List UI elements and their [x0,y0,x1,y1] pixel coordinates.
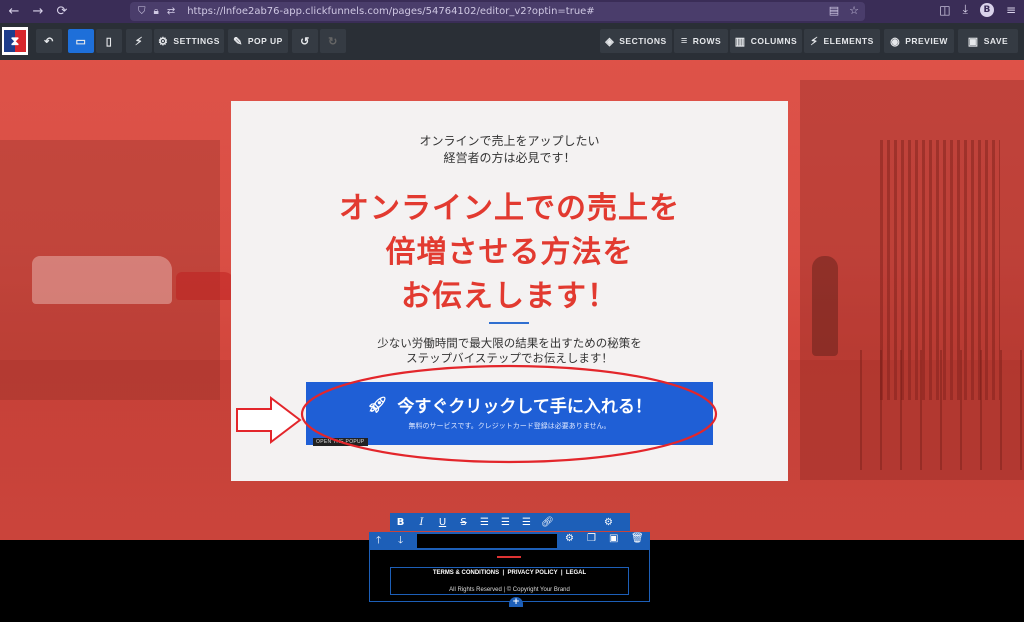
bold-icon[interactable]: B [390,517,411,528]
description-line: 少ない労働時間で最大限の結果を出すための秘策を [377,336,642,350]
mobile-view-button[interactable]: ▯ [96,29,122,53]
address-bar[interactable]: ⛉ 🔒︎ ⇄ https://lnfoe2ab76-app.clickfunne… [130,2,865,21]
reader-icon[interactable]: ▤ [829,4,839,17]
save-icon[interactable]: ▣ [609,533,618,544]
preview-button[interactable]: ◉ PREVIEW [884,29,954,53]
plug-icon: ⚡︎ [810,35,819,48]
lock-icon: 🔒︎ [153,6,159,17]
background-pedestrian [812,256,838,356]
align-center-icon[interactable]: ☰ [495,517,516,528]
desktop-view-button[interactable]: ▭ [68,29,94,53]
underline-icon[interactable]: U [432,517,453,528]
redo-icon: ↻ [328,35,338,48]
settings-button[interactable]: ⚙ SETTINGS [154,29,224,53]
cta-sub-label: 無料のサービスです。クレジットカード登録は必要ありません。 [408,422,611,430]
cta-main-label: 今すぐクリックして手に入れる！ [397,397,652,417]
editor-toolbar: ⧗ ↶ ▭ ▯ ⚡︎ ⚙ SETTINGS ✎ POP UP ↺ ↻ ◈ SEC… [0,23,1024,60]
profile-avatar[interactable]: B [979,2,994,17]
tracking-icon: ⇄ [166,6,176,17]
columns-button[interactable]: ▥ COLUMNS [730,29,802,53]
popup-card[interactable]: オンラインで売上をアップしたい 経営者の方は必見です！ オンライン上での売上を … [231,101,788,481]
menu-icon[interactable]: ≡ [1006,3,1016,17]
undo-icon: ↺ [300,35,310,48]
gear-icon[interactable]: ⚙ [565,533,574,544]
desktop-icon: ▭ [75,35,87,48]
row-toolbar: 🡑 🡓 ⚙ ❐ ▣ 🗑︎ [369,532,650,550]
blue-divider [489,322,529,324]
mobile-icon: ▯ [105,35,113,48]
rows-button[interactable]: ≡ ROWS [674,29,728,53]
rocket-icon: 🚀︎ [367,395,388,414]
clickfunnels-logo[interactable]: ⧗ [2,27,28,55]
description-line: ステップバイステップでお伝えします！ [406,351,613,365]
rows-icon: ≡ [680,35,688,47]
link-icon[interactable]: 🔗︎ [537,517,558,528]
text-format-toolbar: B I U S ☰ ☰ ☰ 🔗︎ ⚙ [390,513,630,531]
align-left-icon[interactable]: ☰ [474,517,495,528]
headline-line: お伝えします！ [401,279,618,314]
italic-icon[interactable]: I [411,517,432,528]
settings-label: SETTINGS [173,36,220,46]
add-element-icon[interactable]: + [509,597,523,607]
download-icon[interactable]: ⤓ [963,2,968,17]
sub-heading-line: オンラインで売上をアップしたい [419,134,600,148]
arrow-down-icon[interactable]: 🡓 [398,533,403,550]
browser-bar: ← → ⟳ ⛉ 🔒︎ ⇄ https://lnfoe2ab76-app.clic… [0,0,1024,23]
description[interactable]: 少ない労働時間で最大限の結果を出すための秘策を ステップバイステップでお伝えしま… [231,336,788,366]
strikethrough-icon[interactable]: S [453,517,474,528]
align-right-icon[interactable]: ☰ [516,517,537,528]
footer-copyright[interactable]: All Rights Reserved | © Copyright Your B… [390,587,629,593]
bookmark-star-icon[interactable]: ☆ [849,4,859,17]
exit-button[interactable]: ↶ [36,29,62,53]
undo-button[interactable]: ↺ [292,29,318,53]
background-railing [860,350,1024,470]
sub-heading-line: 経営者の方は必見です！ [443,151,576,165]
elements-label: ELEMENTS [823,36,874,46]
trash-icon[interactable]: 🗑︎ [631,533,644,544]
back-arrow-icon[interactable]: ← [4,2,24,22]
row-toolbar-gap [417,534,557,548]
rows-label: ROWS [692,36,722,46]
sections-button[interactable]: ◈ SECTIONS [600,29,672,53]
footer-links[interactable]: TERMS & CONDITIONS | PRIVACY POLICY | LE… [390,570,629,576]
save-button[interactable]: ▣ SAVE [958,29,1018,53]
background-car [176,272,234,300]
open-popup-badge: OPEN THE POPUP [313,438,368,446]
headline-line: オンライン上での売上を [339,191,680,226]
pocket-icon[interactable]: ◫ [939,3,950,17]
shield-icon: ⛉ [138,6,146,17]
forward-arrow-icon[interactable]: → [28,2,48,22]
eye-icon: ◉ [890,35,901,48]
plug-icon: ⚡︎ [134,35,144,48]
arrow-up-icon[interactable]: 🡑 [376,533,381,550]
sections-icon: ◈ [605,35,615,48]
edit-icon: ✎ [233,35,243,48]
main-headline[interactable]: オンライン上での売上を 倍増させる方法を お伝えします！ [231,187,788,319]
plug-button[interactable]: ⚡︎ [126,29,152,53]
elements-button[interactable]: ⚡︎ ELEMENTS [804,29,880,53]
gear-icon: ⚙ [158,35,169,48]
copy-icon[interactable]: ❐ [587,533,596,544]
sections-label: SECTIONS [619,36,667,46]
popup-label: POP UP [247,36,283,46]
undo-arrow-icon: ↶ [44,35,54,48]
sub-heading[interactable]: オンラインで売上をアップしたい 経営者の方は必見です！ [231,133,788,167]
floppy-disk-icon: ▣ [967,35,979,48]
preview-label: PREVIEW [905,36,948,46]
gear-icon[interactable]: ⚙ [598,517,619,528]
headline-line: 倍増させる方法を [385,235,634,270]
columns-label: COLUMNS [750,36,798,46]
url-text: https://lnfoe2ab76-app.clickfunnels.com/… [187,6,595,17]
reload-icon[interactable]: ⟳ [52,2,72,22]
redo-button[interactable]: ↻ [320,29,346,53]
cta-button[interactable]: 🚀︎ 今すぐクリックして手に入れる！ 無料のサービスです。クレジットカード登録は… [306,382,713,445]
columns-icon: ▥ [734,35,746,48]
logo-mark-icon: ⧗ [4,30,26,52]
popup-button[interactable]: ✎ POP UP [228,29,288,53]
background-truck [32,256,172,304]
footer-red-line [497,556,521,558]
save-label: SAVE [983,36,1009,46]
